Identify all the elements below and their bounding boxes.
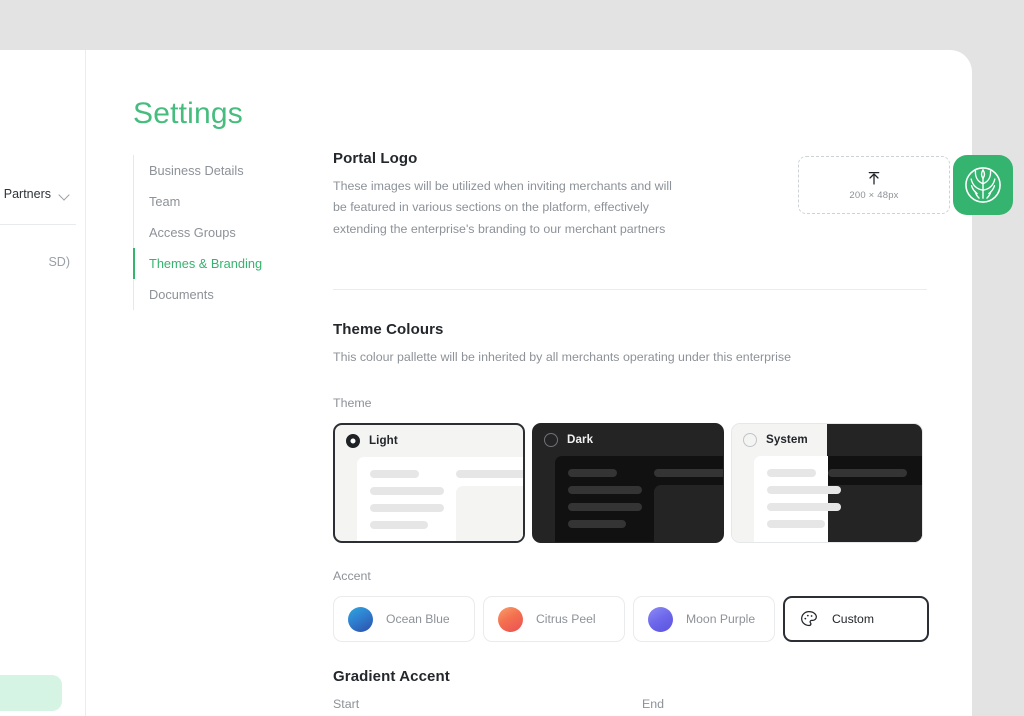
theme-label-system: System [766, 433, 808, 447]
page-title: Settings [133, 97, 243, 130]
theme-option-light[interactable]: Light [333, 423, 525, 544]
settings-panel: Settings Business Details Team Access Gr… [86, 50, 1013, 716]
gradient-accent-title: Gradient Accent [333, 668, 450, 686]
currency-label: SD) [48, 255, 70, 269]
app-root: Partners SD) Settings Business Details T… [0, 0, 1024, 716]
theme-preview-dark [555, 456, 723, 543]
theme-radio-system[interactable] [743, 432, 757, 447]
upload-icon [868, 171, 880, 185]
background-side-panel: Partners SD) [0, 50, 86, 716]
accent-swatch-citrus-peel [498, 606, 523, 632]
portal-logo-description: These images will be utilized when invit… [333, 179, 672, 236]
gradient-accent-fields: Start #22AB65 End #36 [333, 697, 933, 716]
dropzone-size-hint: 200 × 48px [849, 189, 899, 201]
sidebar-item-documents[interactable]: Documents [134, 279, 303, 310]
accent-name: Ocean Blue [386, 612, 450, 627]
palette-icon [801, 611, 817, 627]
accent-section: Accent Ocean Blue Citrus Peel Moon Purpl… [333, 569, 933, 643]
nav-label: Access Groups [149, 225, 236, 240]
sidebar-item-team[interactable]: Team [134, 186, 303, 217]
accent-option-custom[interactable]: Custom [783, 596, 929, 643]
gradient-end-group: End #36D784 [642, 697, 929, 716]
theme-option-system[interactable]: System [731, 423, 923, 544]
accent-name: Custom [832, 612, 874, 627]
theme-label-dark: Dark [567, 433, 594, 447]
side-panel-divider [0, 224, 76, 225]
theme-option-dark[interactable]: Dark [532, 423, 724, 544]
nav-label: Themes & Branding [149, 256, 263, 271]
settings-content: Portal Logo These images will be utilize… [333, 150, 1013, 716]
gradient-end-label: End [642, 697, 665, 712]
theme-preview-light [357, 457, 523, 542]
accent-swatch-moon-purple [648, 606, 673, 632]
gradient-accent-section: Gradient Accent Start #22AB65 [333, 668, 933, 716]
partners-dropdown[interactable]: Partners [0, 187, 76, 201]
nav-label: Business Details [149, 163, 244, 178]
nav-label: Documents [149, 287, 214, 302]
theme-radio-light[interactable] [346, 433, 360, 448]
sidebar-item-business-details[interactable]: Business Details [134, 155, 303, 186]
accent-options: Ocean Blue Citrus Peel Moon Purple Custo… [333, 596, 933, 643]
sidebar-item-themes-branding[interactable]: Themes & Branding [133, 248, 303, 279]
theme-colours-title: Theme Colours [333, 320, 444, 338]
chevron-down-icon [59, 189, 70, 200]
portal-logo-preview[interactable] [953, 155, 1013, 215]
accent-option-ocean-blue[interactable]: Ocean Blue [333, 596, 475, 643]
green-highlight-pill [0, 675, 62, 711]
accent-swatch-ocean-blue [348, 606, 373, 632]
logo-upload-dropzone[interactable]: 200 × 48px [798, 156, 950, 214]
gradient-start-group: Start #22AB65 [333, 697, 620, 716]
theme-label: Theme [333, 396, 372, 411]
theme-label-light: Light [369, 434, 398, 448]
sidebar-item-access-groups[interactable]: Access Groups [134, 217, 303, 248]
theme-colours-section: Theme Colours This colour pallette will … [333, 320, 933, 544]
accent-name: Moon Purple [686, 612, 756, 627]
tree-logo-icon [965, 167, 1001, 203]
accent-label: Accent [333, 569, 371, 584]
theme-radio-dark[interactable] [544, 432, 558, 447]
accent-option-citrus-peel[interactable]: Citrus Peel [483, 596, 625, 643]
section-divider [333, 288, 927, 290]
theme-colours-description: This colour pallette will be inherited b… [333, 349, 792, 364]
accent-option-moon-purple[interactable]: Moon Purple [633, 596, 775, 643]
theme-options: Light Dark System [333, 423, 933, 544]
accent-name: Citrus Peel [536, 612, 596, 627]
settings-nav: Business Details Team Access Groups Them… [133, 155, 303, 310]
partners-label: Partners [3, 187, 51, 201]
nav-label: Team [149, 194, 181, 209]
portal-logo-section: Portal Logo These images will be utilize… [333, 150, 1013, 240]
gradient-start-label: Start [333, 697, 360, 712]
